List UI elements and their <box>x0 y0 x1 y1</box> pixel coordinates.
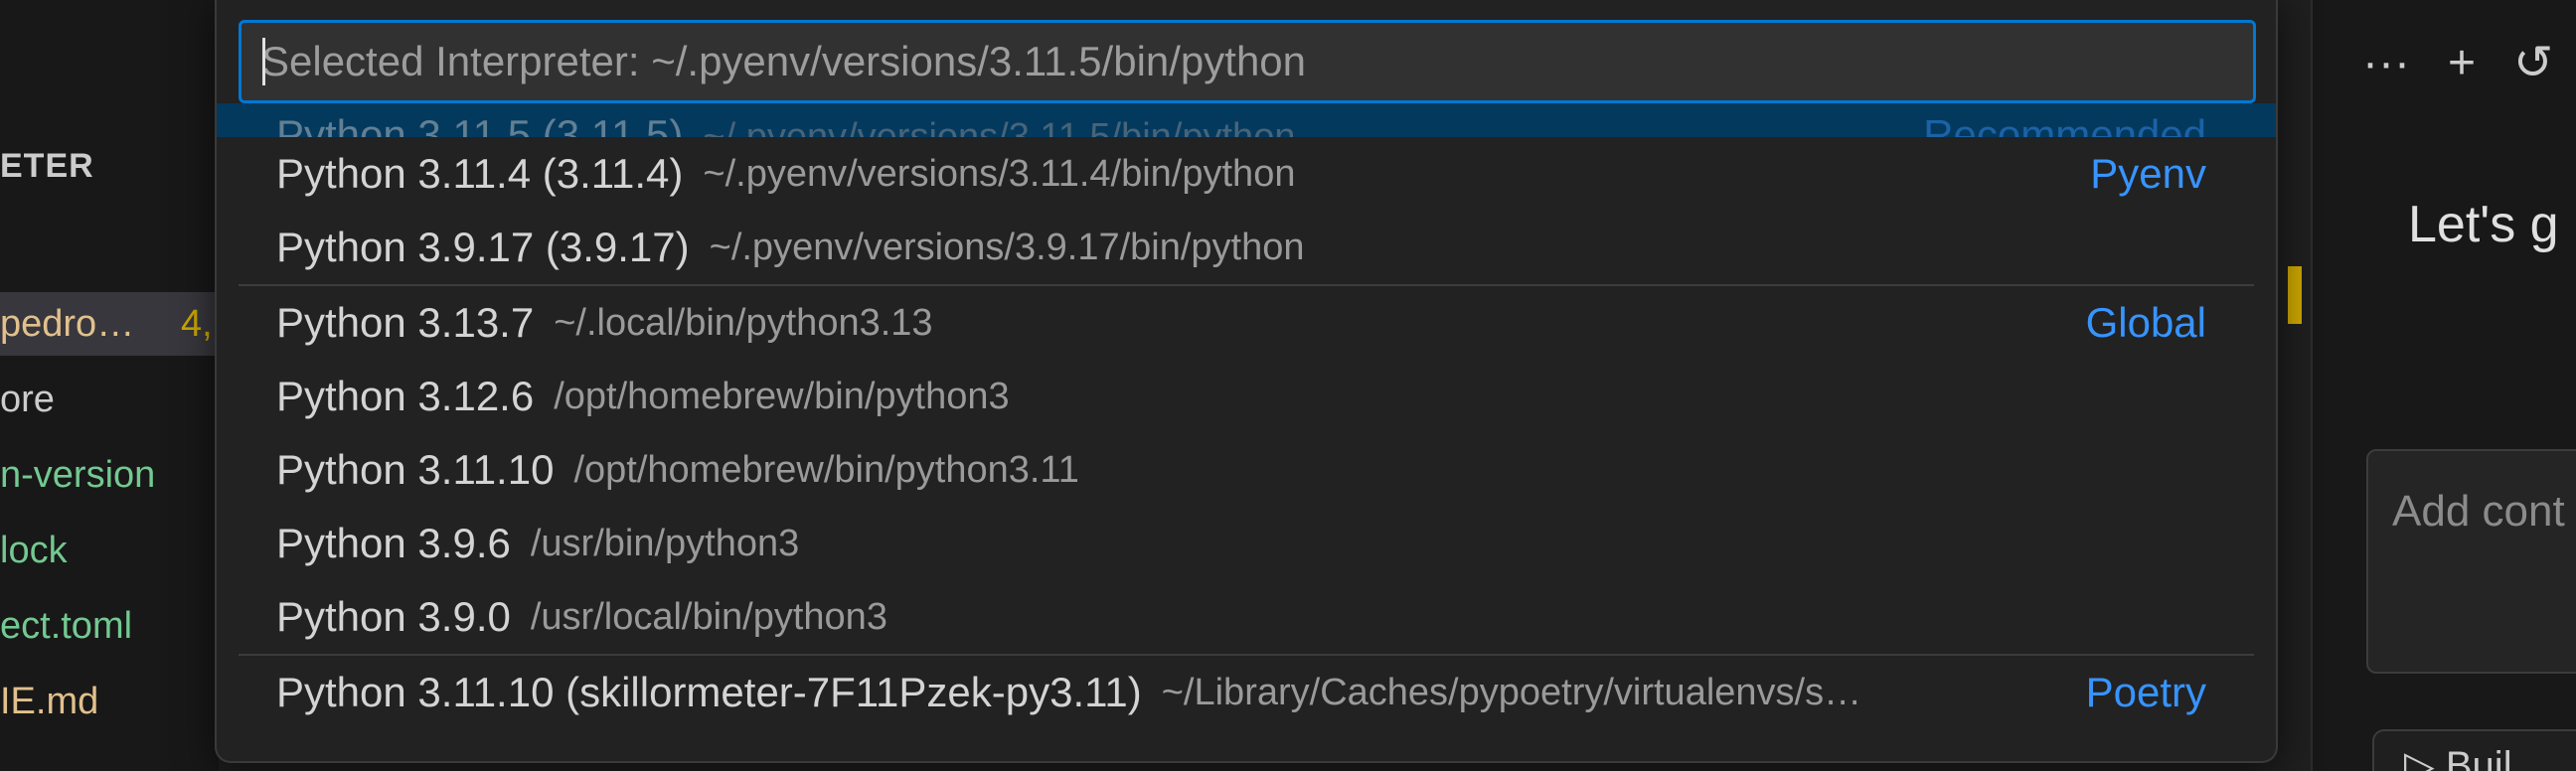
interpreter-label: Python 3.11.4 (3.11.4) <box>276 150 684 197</box>
new-chat-icon[interactable]: + <box>2448 40 2476 87</box>
interpreter-option[interactable]: Python 3.9.6/usr/bin/python3 <box>217 507 2276 580</box>
interpreter-group-tag: Poetry <box>2085 669 2206 715</box>
interpreter-label: Python 3.13.7 <box>276 299 535 346</box>
interpreter-label: Python 3.9.17 (3.9.17) <box>276 224 690 270</box>
chat-input-placeholder: Add cont <box>2392 487 2565 536</box>
explorer-section-header: ETER <box>0 147 94 185</box>
interpreter-label: Python 3.11.10 <box>276 446 555 493</box>
interpreter-option[interactable]: Python 3.11.10 (skillormeter-7F11Pzek-py… <box>217 656 2276 729</box>
explorer-file-label: ore <box>0 379 55 420</box>
interpreter-option[interactable]: Python 3.13.7 ~/.local/bin/python3.13 Glob… <box>217 286 2276 360</box>
chat-greeting: Let's g <box>2408 196 2559 253</box>
interpreter-group-tag: Recommended <box>1923 111 2206 137</box>
more-actions-icon[interactable]: ··· <box>2362 40 2410 87</box>
interpreter-label: Python 3.9.0 <box>276 593 511 640</box>
explorer-file-item[interactable]: IE.md <box>0 670 219 733</box>
explorer-file-label: IE.md <box>0 681 99 722</box>
problems-badge: 4, <box>181 303 213 345</box>
interpreter-option[interactable]: Python 3.9.17 (3.9.17) ~/.pyenv/versions/… <box>217 211 2276 284</box>
interpreter-label: Python 3.11.5 (3.11.5) <box>276 111 684 137</box>
interpreter-option[interactable]: Python 3.12.6/opt/homebrew/bin/python3 <box>217 360 2276 433</box>
interpreter-path: ~/.pyenv/versions/3.11.5/bin/python <box>703 116 1296 137</box>
interpreter-path: /opt/homebrew/bin/python3 <box>554 375 1010 417</box>
explorer-file-label: ect.toml <box>0 605 133 647</box>
chat-panel: ··· + ↺ Let's g Add cont ▷ Buil <box>2313 0 2576 771</box>
explorer-file-item[interactable]: ore <box>0 368 219 431</box>
explorer-file-label: lock <box>0 530 68 571</box>
interpreter-path: ~/Library/Caches/pypoetry/virtualenvs/s… <box>1161 671 1862 713</box>
interpreter-label: Python 3.9.6 <box>276 520 511 566</box>
interpreter-group-tag: Global <box>2085 299 2206 346</box>
interpreter-search-input[interactable] <box>239 20 2256 103</box>
interpreter-option[interactable]: Python 3.11.10/opt/homebrew/bin/python3.… <box>217 433 2276 507</box>
explorer-file-label: pedro… <box>0 303 135 345</box>
chat-toolbar: ··· + ↺ <box>2362 40 2553 87</box>
interpreter-option[interactable]: Python 3.11.4 (3.11.4) ~/.pyenv/versions/… <box>217 137 2276 211</box>
interpreter-path: ~/.local/bin/python3.13 <box>554 301 933 344</box>
explorer-file-label: n-version <box>0 454 156 496</box>
interpreter-quick-pick: Python 3.11.5 (3.11.5) ~/.pyenv/versions… <box>215 0 2278 763</box>
interpreter-path: /usr/bin/python3 <box>530 522 800 564</box>
interpreter-path: /opt/homebrew/bin/python3.11 <box>573 448 1079 491</box>
history-icon[interactable]: ↺ <box>2513 40 2553 87</box>
explorer-file-item[interactable]: ect.toml <box>0 594 219 658</box>
interpreter-group-tag: Pyenv <box>2090 150 2206 197</box>
interpreter-path: ~/.pyenv/versions/3.9.17/bin/python <box>709 226 1305 268</box>
interpreter-label: Python 3.12.6 <box>276 373 535 419</box>
interpreter-list: Python 3.11.5 (3.11.5) ~/.pyenv/versions… <box>217 103 2276 729</box>
interpreter-option[interactable]: Python 3.9.0/usr/local/bin/python3 <box>217 580 2276 654</box>
build-button[interactable]: ▷ Buil <box>2372 729 2576 771</box>
explorer-sidebar: ETER pedro… 4, ore n-version lock ect.toml IE.… <box>0 0 219 771</box>
interpreter-label: Python 3.11.10 (skillormeter-7F11Pzek-py… <box>276 669 1142 715</box>
modified-gutter-marker <box>2288 266 2302 324</box>
interpreter-path: ~/.pyenv/versions/3.11.4/bin/python <box>703 152 1296 195</box>
interpreter-option-selected[interactable]: Python 3.11.5 (3.11.5) ~/.pyenv/versions… <box>217 103 2276 137</box>
explorer-file-item[interactable]: pedro… 4, <box>0 292 219 356</box>
explorer-file-item[interactable]: n-version <box>0 443 219 507</box>
interpreter-path: /usr/local/bin/python3 <box>530 595 887 638</box>
text-caret <box>262 38 265 85</box>
chat-input[interactable]: Add cont <box>2366 449 2576 674</box>
explorer-file-item[interactable]: lock <box>0 519 219 582</box>
